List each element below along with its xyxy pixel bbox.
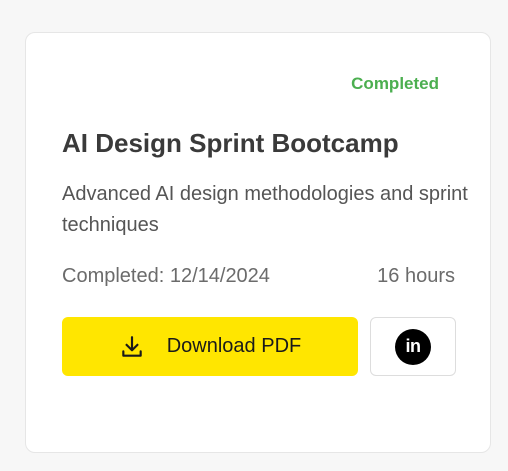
download-pdf-button[interactable]: Download PDF (62, 317, 358, 376)
linkedin-icon: in (395, 328, 431, 365)
status-badge: Completed (351, 74, 439, 93)
share-linkedin-button[interactable]: in (370, 317, 456, 376)
completion-date: Completed: 12/14/2024 (62, 265, 270, 287)
linkedin-glyph: in (405, 336, 422, 356)
download-pdf-label: Download PDF (166, 335, 302, 357)
download-icon (119, 334, 145, 360)
course-duration: 16 hours (377, 265, 455, 287)
certificate-card: Completed AI Design Sprint Bootcamp Adva… (25, 32, 491, 453)
course-description: Advanced AI design methodologies and spr… (62, 183, 468, 236)
course-title: AI Design Sprint Bootcamp (62, 128, 399, 158)
